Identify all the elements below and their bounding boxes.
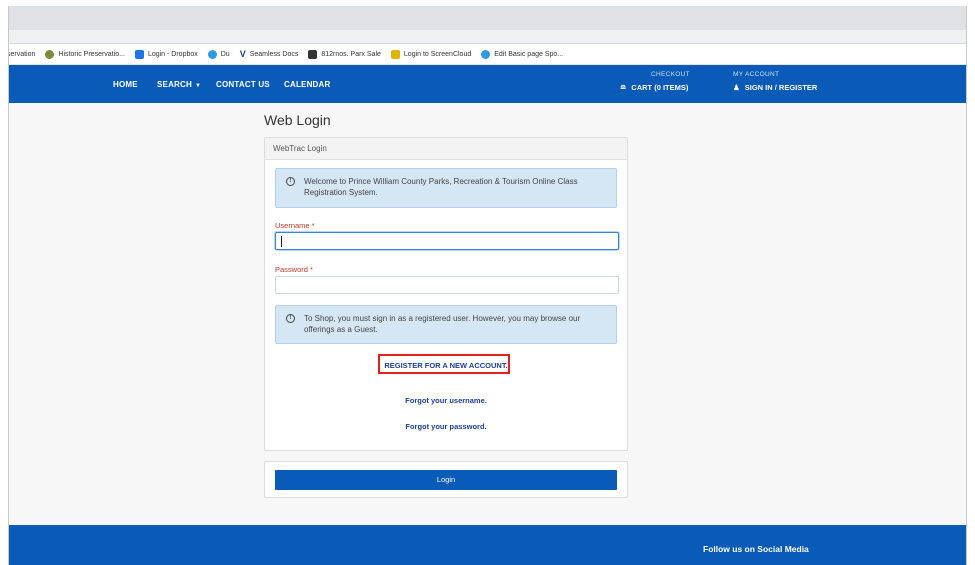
nav-calendar[interactable]: CALENDAR — [284, 80, 331, 89]
cart-label: CART (0 ITEMS) — [631, 83, 689, 92]
bookmark-label: Seamless Docs — [249, 50, 299, 58]
bookmarks-bar: servation Historic Preservatio... Login … — [9, 44, 966, 65]
page-title: Web Login — [264, 112, 331, 128]
checkout-label: CHECKOUT — [651, 71, 690, 78]
browser-address-bar — [9, 30, 966, 44]
login-card: WebTrac Login ! Welcome to Prince Willia… — [264, 137, 628, 451]
login-button[interactable]: Login — [275, 470, 617, 490]
text-caret — [281, 236, 282, 247]
forgot-password-link[interactable]: Forgot your password. — [265, 422, 627, 431]
bookmark-label: servation — [9, 50, 36, 58]
social-media-title: Follow us on Social Media — [703, 544, 809, 554]
bookmark-label: Historic Preservatio... — [58, 50, 125, 58]
user-icon: ♟ — [733, 83, 740, 92]
bookmark-label: Du — [220, 50, 230, 58]
login-button-card: Login — [264, 461, 628, 498]
password-label: Password * — [275, 265, 313, 274]
bookmark-item[interactable]: Historic Preservatio... — [45, 49, 125, 59]
bookmark-item[interactable]: servation — [9, 51, 35, 58]
info-icon: ! — [286, 177, 295, 186]
card-header: WebTrac Login — [265, 138, 627, 160]
seamless-docs-icon: V — [239, 49, 246, 59]
shop-notice-alert: ! To Shop, you must sign in as a registe… — [275, 305, 617, 344]
cart-icon: ≘ — [620, 83, 627, 92]
bookmark-label: Edit Basic page Spo... — [494, 50, 564, 58]
main-navbar: HOME SEARCH ▼ CONTACT US CALENDAR CHECKOU… — [9, 65, 966, 103]
chevron-down-icon: ▼ — [194, 83, 202, 89]
bookmark-item[interactable]: Edit Basic page Spo... — [481, 49, 564, 59]
cart-link[interactable]: ≘ CART (0 ITEMS) — [620, 83, 688, 92]
bookmark-label: Login - Dropbox — [147, 50, 198, 58]
browser-tab-bar — [9, 6, 966, 30]
username-field[interactable] — [275, 232, 619, 250]
bookmark-item[interactable]: 812rnos. Parx Sale — [308, 49, 381, 59]
sign-in-label: SIGN IN / REGISTER — [744, 83, 818, 92]
drupal-icon — [207, 49, 217, 59]
sign-in-register-link[interactable]: ♟ SIGN IN / REGISTER — [733, 83, 817, 92]
drupal-icon — [481, 49, 491, 59]
nav-contact[interactable]: CONTACT US — [216, 80, 270, 89]
globe-icon — [45, 49, 55, 59]
welcome-text: Welcome to Prince William County Parks, … — [304, 177, 578, 197]
bookmark-label: 812rnos. Parx Sale — [321, 50, 381, 58]
dropbox-icon — [134, 49, 144, 59]
page-icon — [308, 49, 318, 59]
forgot-username-link[interactable]: Forgot your username. — [265, 396, 627, 405]
nav-search-label: SEARCH — [157, 80, 192, 89]
bookmark-item[interactable]: Login - Dropbox — [134, 49, 198, 59]
password-field[interactable] — [275, 276, 619, 294]
register-link[interactable]: REGISTER FOR A NEW ACCOUNT. — [265, 361, 627, 370]
info-icon: ! — [286, 314, 295, 323]
nav-home[interactable]: HOME — [113, 80, 138, 89]
bookmark-item[interactable]: V Seamless Docs — [240, 49, 299, 59]
bookmark-label: Login to ScreenCloud — [403, 50, 472, 58]
username-label: Username * — [275, 221, 315, 230]
bookmark-item[interactable]: Login to ScreenCloud — [390, 49, 472, 59]
footer: Follow us on Social Media — [9, 525, 966, 565]
nav-search[interactable]: SEARCH ▼ — [157, 80, 201, 89]
bookmark-item[interactable]: Du — [207, 49, 230, 59]
screencloud-icon — [390, 49, 400, 59]
shop-notice-text: To Shop, you must sign in as a registere… — [304, 314, 581, 334]
my-account-label: MY ACCOUNT — [733, 71, 780, 78]
welcome-alert: ! Welcome to Prince William County Parks… — [275, 168, 617, 208]
